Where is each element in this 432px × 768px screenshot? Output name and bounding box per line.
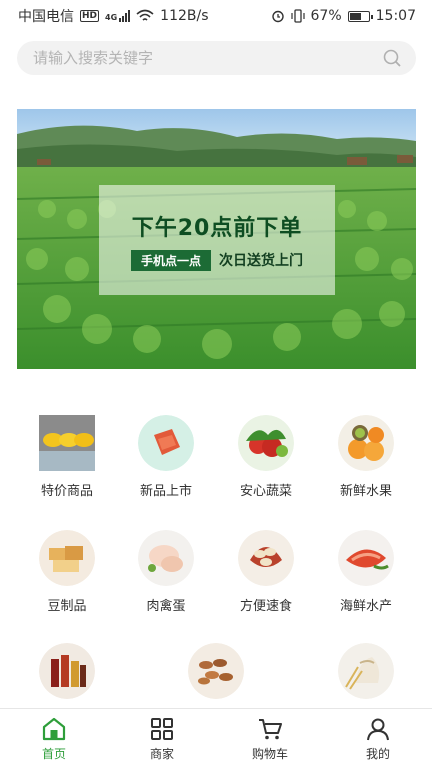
- nuts-icon: [188, 643, 244, 699]
- status-left: 中国电信 HD 4G 112B/s: [18, 6, 209, 26]
- category-meat-poultry-eggs[interactable]: 肉禽蛋: [121, 530, 211, 614]
- hd-badge: HD: [80, 10, 100, 22]
- battery-percent: 67%: [310, 8, 342, 24]
- search-input[interactable]: [33, 49, 382, 67]
- category-label: 豆制品: [47, 599, 87, 614]
- category-label: 特价商品: [40, 484, 93, 499]
- status-right: 67% 15:07: [271, 8, 416, 24]
- wifi-icon: [136, 9, 154, 21]
- status-bar: 中国电信 HD 4G 112B/s 67% 15:07: [0, 0, 432, 32]
- category-label: 肉禽蛋: [146, 599, 186, 614]
- category-label: 方便速食: [239, 599, 292, 614]
- new-badge-icon: [138, 415, 194, 471]
- nav-label: 购物车: [251, 746, 288, 761]
- category-fruits[interactable]: 新鲜水果: [321, 415, 411, 499]
- search-icon[interactable]: [382, 48, 402, 68]
- grid-icon: [151, 717, 173, 740]
- promo-banner[interactable]: 下午20点前下单 手机点一点 次日送货上门: [17, 109, 416, 369]
- category-label: 新鲜水果: [339, 484, 392, 499]
- vegetables-icon: [238, 415, 294, 471]
- shrimp-icon: [338, 530, 394, 586]
- fruit-icon: [338, 415, 394, 471]
- banner-chip: 手机点一点: [130, 249, 211, 271]
- search-bar[interactable]: [17, 41, 416, 75]
- vibrate-icon: [290, 9, 305, 23]
- nav-profile[interactable]: 我的: [324, 709, 432, 768]
- category-special-offers[interactable]: 特价商品: [22, 415, 112, 499]
- carrier-text: 中国电信: [18, 9, 74, 25]
- category-vegetables[interactable]: 安心蔬菜: [221, 415, 311, 499]
- user-icon: [367, 718, 389, 740]
- liquor-icon: [39, 643, 95, 699]
- banner-row: 手机点一点 次日送货上门: [130, 249, 303, 271]
- nav-label: 首页: [41, 746, 66, 761]
- tofu-icon: [39, 530, 95, 586]
- grain-icon: [338, 643, 394, 699]
- banner-overlay: 下午20点前下单 手机点一点 次日送货上门: [99, 185, 335, 295]
- category-seafood[interactable]: 海鲜水产: [321, 530, 411, 614]
- category-label: 新品上市: [139, 484, 192, 499]
- banner-title: 下午20点前下单: [131, 215, 303, 241]
- home-icon: [42, 717, 66, 740]
- category-tofu[interactable]: 豆制品: [22, 530, 112, 614]
- category-item-10[interactable]: [171, 643, 261, 708]
- nav-merchants[interactable]: 商家: [108, 709, 216, 768]
- category-label: 海鲜水产: [339, 599, 392, 614]
- banner-subtitle: 次日送货上门: [219, 253, 303, 269]
- poultry-icon: [138, 530, 194, 586]
- nav-label: 商家: [149, 746, 174, 761]
- nav-label: 我的: [365, 746, 390, 761]
- category-new-arrivals[interactable]: 新品上市: [121, 415, 211, 499]
- network-type: 4G: [105, 13, 118, 22]
- cart-icon: [259, 718, 282, 739]
- corn-icon: [39, 415, 95, 471]
- signal-icon: 4G: [105, 10, 131, 22]
- category-item-9[interactable]: [22, 643, 112, 708]
- battery-icon: [347, 10, 373, 22]
- alarm-icon: [271, 10, 284, 23]
- nav-home[interactable]: 首页: [0, 709, 108, 768]
- nav-cart[interactable]: 购物车: [216, 709, 324, 768]
- clock-time: 15:07: [375, 8, 416, 24]
- bottom-nav: 首页 商家 购物车 我的: [0, 708, 432, 768]
- category-item-11[interactable]: [321, 643, 411, 708]
- network-speed: 112B/s: [160, 8, 209, 24]
- category-instant-food[interactable]: 方便速食: [221, 530, 311, 614]
- dumpling-icon: [238, 530, 294, 586]
- category-label: 安心蔬菜: [239, 484, 292, 499]
